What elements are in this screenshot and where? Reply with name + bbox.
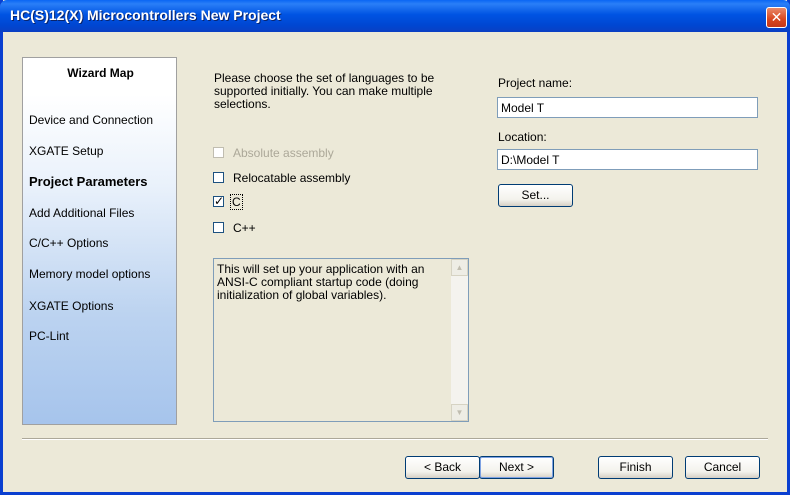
chevron-down-icon: ▼ <box>455 408 464 417</box>
location-label: Location: <box>498 130 547 144</box>
next-button[interactable]: Next > <box>479 456 554 479</box>
wizard-step-device-connection[interactable]: Device and Connection <box>29 113 153 127</box>
c-label[interactable]: C <box>230 194 243 210</box>
close-button[interactable]: ✕ <box>766 7 787 28</box>
check-icon: ✓ <box>214 194 225 208</box>
finish-button[interactable]: Finish <box>598 456 673 479</box>
wizard-map-title: Wizard Map <box>67 66 134 80</box>
absolute-assembly-checkbox <box>213 147 224 158</box>
wizard-step-xgate-options[interactable]: XGATE Options <box>29 299 113 313</box>
project-name-label: Project name: <box>498 76 573 90</box>
back-button[interactable]: < Back <box>405 456 480 479</box>
set-location-button[interactable]: Set... <box>498 184 573 207</box>
relocatable-assembly-checkbox[interactable] <box>213 172 224 183</box>
cpp-checkbox[interactable] <box>213 222 224 233</box>
cpp-label[interactable]: C++ <box>233 221 256 235</box>
language-instruction: Please choose the set of languages to be… <box>214 71 435 111</box>
title-bar[interactable]: HC(S)12(X) Microcontrollers New Project … <box>0 0 790 32</box>
location-input[interactable] <box>497 149 758 170</box>
chevron-up-icon: ▲ <box>455 263 464 272</box>
language-description-box[interactable]: This will set up your application with a… <box>213 258 469 422</box>
scroll-down-button[interactable]: ▼ <box>451 404 468 421</box>
close-icon: ✕ <box>770 9 783 25</box>
cancel-button[interactable]: Cancel <box>685 456 760 479</box>
wizard-map-panel: Wizard Map Device and Connection XGATE S… <box>22 57 177 425</box>
wizard-step-cpp-options[interactable]: C/C++ Options <box>29 236 108 250</box>
description-scrollbar[interactable]: ▲ ▼ <box>451 259 468 421</box>
scroll-up-button[interactable]: ▲ <box>451 259 468 276</box>
window-title: HC(S)12(X) Microcontrollers New Project <box>10 7 281 23</box>
wizard-step-add-additional-files[interactable]: Add Additional Files <box>29 206 134 220</box>
c-checkbox[interactable]: ✓ <box>213 194 225 208</box>
wizard-step-memory-model-options[interactable]: Memory model options <box>29 267 150 281</box>
absolute-assembly-label: Absolute assembly <box>233 146 334 160</box>
wizard-step-pc-lint[interactable]: PC-Lint <box>29 329 69 343</box>
relocatable-assembly-label[interactable]: Relocatable assembly <box>233 171 350 185</box>
language-description-text: This will set up your application with a… <box>217 262 425 302</box>
wizard-step-project-parameters[interactable]: Project Parameters <box>29 174 148 189</box>
project-name-input[interactable] <box>497 97 758 118</box>
footer-separator <box>22 438 768 440</box>
wizard-step-xgate-setup[interactable]: XGATE Setup <box>29 144 103 158</box>
